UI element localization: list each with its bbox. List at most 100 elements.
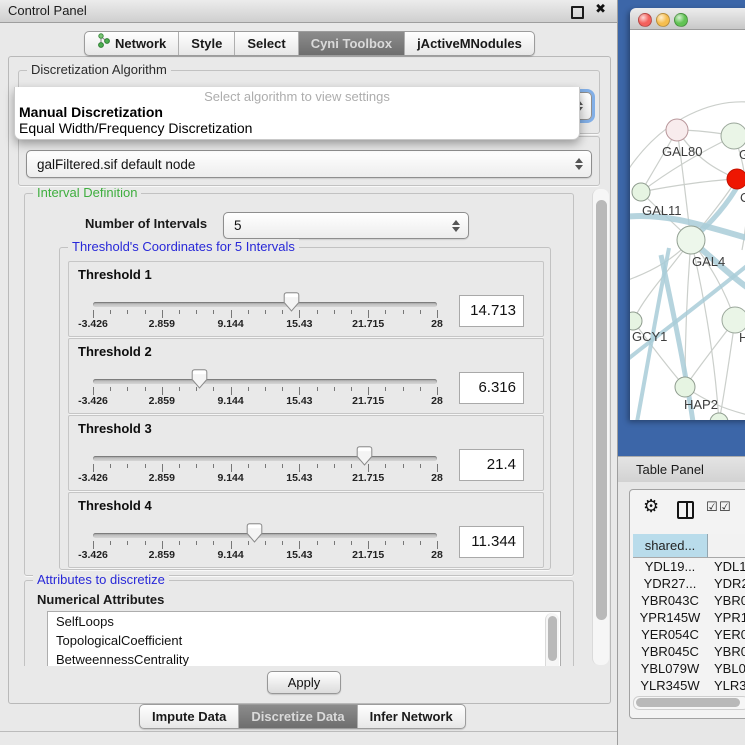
table-cell-name[interactable]: YBR043C	[714, 592, 745, 609]
slider-tick	[351, 387, 352, 391]
app-root: Control Panel ✖ NetworkStyleSelectCyni T…	[0, 0, 745, 745]
apply-button[interactable]: Apply	[267, 671, 341, 694]
table-cell-shared-name[interactable]: YBL079W	[633, 660, 707, 677]
table-cell-name[interactable]: YPR145W	[714, 609, 745, 626]
top-tab-bar: NetworkStyleSelectCyni Toolbox jActiveMNo…	[84, 31, 535, 56]
algorithm-dropdown-popup: Select algorithm to view settings Manual…	[14, 87, 580, 140]
network-node-hap2[interactable]	[675, 377, 695, 397]
slider-scale-label: -3.426	[78, 549, 108, 561]
slider-thumb-1[interactable]	[283, 292, 300, 312]
network-node-gcy1[interactable]	[630, 312, 642, 330]
attributes-scrollbar[interactable]	[545, 613, 559, 666]
float-window-icon[interactable]	[571, 6, 584, 19]
network-node-gal80[interactable]	[666, 119, 688, 141]
tab-label: jActiveMNodules	[417, 32, 522, 55]
tab-group: NetworkStyleSelectCyni Toolbox jActiveMNo…	[84, 31, 535, 56]
slider-tick	[403, 541, 404, 545]
attribute-item-betweennesscentrality[interactable]: BetweennessCentrality	[48, 650, 560, 666]
tab-impute-data[interactable]: Impute Data	[140, 705, 239, 728]
table-cell-name[interactable]: YBL079W	[714, 660, 745, 677]
table-cell-name[interactable]: YDL19...	[714, 558, 745, 575]
dropdown-item-equal-width-frequency-discretization[interactable]: Equal Width/Frequency Discretization	[19, 120, 252, 136]
close-icon[interactable]: ✖	[595, 2, 606, 17]
checkbox-select-icon[interactable]: ☑	[706, 500, 718, 515]
network-node-g[interactable]	[721, 123, 745, 149]
column-header-shared-name[interactable]: shared...	[633, 534, 708, 558]
table-cell-shared-name[interactable]: YDR27...	[633, 575, 707, 592]
number-of-intervals-combobox[interactable]: 5	[223, 212, 469, 239]
slider-tick	[403, 464, 404, 468]
number-of-intervals-label: Number of Intervals	[85, 216, 207, 231]
table-cell-shared-name[interactable]: YBR043C	[633, 592, 707, 609]
settings-scrollbar[interactable]	[592, 189, 609, 665]
table-cell-shared-name[interactable]: YBR045C	[633, 643, 707, 660]
tab-infer-network[interactable]: Infer Network	[358, 705, 465, 728]
table-panel-header: Table Panel	[618, 456, 745, 483]
slider-track-2[interactable]	[93, 379, 437, 384]
attributes-group: Attributes to discretize Numerical Attri…	[24, 580, 574, 666]
table-cell-name[interactable]: YER054C	[714, 626, 745, 643]
tab-cyni-toolbox[interactable]: Cyni Toolbox	[299, 32, 405, 55]
slider-thumb-4[interactable]	[246, 523, 263, 543]
threshold-value-4[interactable]: 11.344	[459, 526, 524, 558]
network-canvas[interactable]: GAL80GGAL11CGAL4GCY1HHAP2	[630, 30, 745, 420]
slider-scale-label: 15.43	[286, 318, 312, 330]
slider-tick	[437, 464, 438, 472]
minimize-traffic-light[interactable]	[656, 13, 670, 27]
slider-tick	[196, 464, 197, 468]
slider-tick	[351, 310, 352, 314]
table-cell-shared-name[interactable]: YLR345W	[633, 677, 707, 694]
zoom-traffic-light[interactable]	[674, 13, 688, 27]
network-node-gal11[interactable]	[632, 183, 650, 201]
slider-scale-label: 28	[431, 549, 443, 561]
tab-label: Infer Network	[370, 705, 453, 728]
network-node-unlabeled[interactable]	[710, 413, 728, 420]
table-horizontal-scrollbar[interactable]	[633, 696, 745, 710]
node-label-gcy1: GCY1	[632, 329, 667, 344]
slider-thumb-3[interactable]	[356, 446, 373, 466]
table-cell-name[interactable]: YBR045C	[714, 643, 745, 660]
slider-tick	[145, 387, 146, 391]
control-panel-title: Control Panel	[8, 3, 87, 18]
slider-scale-label: 2.859	[149, 395, 175, 407]
slider-tick	[334, 387, 335, 391]
table-cell-name[interactable]: YLR345W	[714, 677, 745, 694]
numerical-attributes-list[interactable]: SelfLoopsTopologicalCoefficientBetweenne…	[47, 611, 561, 666]
slider-tick	[93, 387, 94, 395]
threshold-value-1[interactable]: 14.713	[459, 295, 524, 327]
attribute-item-topologicalcoefficient[interactable]: TopologicalCoefficient	[48, 631, 560, 650]
attribute-item-selfloops[interactable]: SelfLoops	[48, 612, 560, 631]
column-header-name[interactable]: name	[708, 534, 745, 558]
slider-tick	[248, 464, 249, 468]
network-node-c[interactable]	[727, 169, 745, 189]
threshold-value-3[interactable]: 21.4	[459, 449, 524, 481]
table-cell-shared-name[interactable]: YER054C	[633, 626, 707, 643]
table-cell-shared-name[interactable]: YPR145W	[633, 609, 707, 626]
close-traffic-light[interactable]	[638, 13, 652, 27]
tab-style[interactable]: Style	[179, 32, 235, 55]
tab-discretize-data[interactable]: Discretize Data	[239, 705, 357, 728]
node-label-h: H	[739, 330, 745, 345]
tab-jactivemnodules[interactable]: jActiveMNodules	[405, 32, 534, 55]
slider-track-3[interactable]	[93, 456, 437, 461]
table-data-combobox[interactable]: galFiltered.sif default node	[26, 150, 592, 178]
dropdown-item-manual-discretization[interactable]: Manual Discretization	[19, 104, 163, 120]
gear-icon[interactable]: ⚙	[643, 496, 659, 517]
slider-tick	[265, 387, 266, 391]
network-node-gal4[interactable]	[677, 226, 705, 254]
slider-tick	[127, 464, 128, 468]
table-cell-name[interactable]: YDR27...	[714, 575, 745, 592]
threshold-panel-4: Threshold 4-3.4262.8599.14415.4321.71528…	[68, 492, 544, 568]
tab-select[interactable]: Select	[235, 32, 298, 55]
checkbox-select-icon[interactable]: ☑	[719, 500, 731, 515]
table-cell-shared-name[interactable]: YDL19...	[633, 558, 707, 575]
slider-track-4[interactable]	[93, 533, 437, 538]
slider-thumb-2[interactable]	[191, 369, 208, 389]
network-window-titlebar	[630, 8, 745, 30]
threshold-value-2[interactable]: 6.316	[459, 372, 524, 404]
slider-track-1[interactable]	[93, 302, 437, 307]
slider-tick	[334, 541, 335, 545]
tab-network[interactable]: Network	[85, 32, 179, 55]
slider-scale-label: 28	[431, 318, 443, 330]
columns-icon[interactable]	[677, 501, 694, 519]
